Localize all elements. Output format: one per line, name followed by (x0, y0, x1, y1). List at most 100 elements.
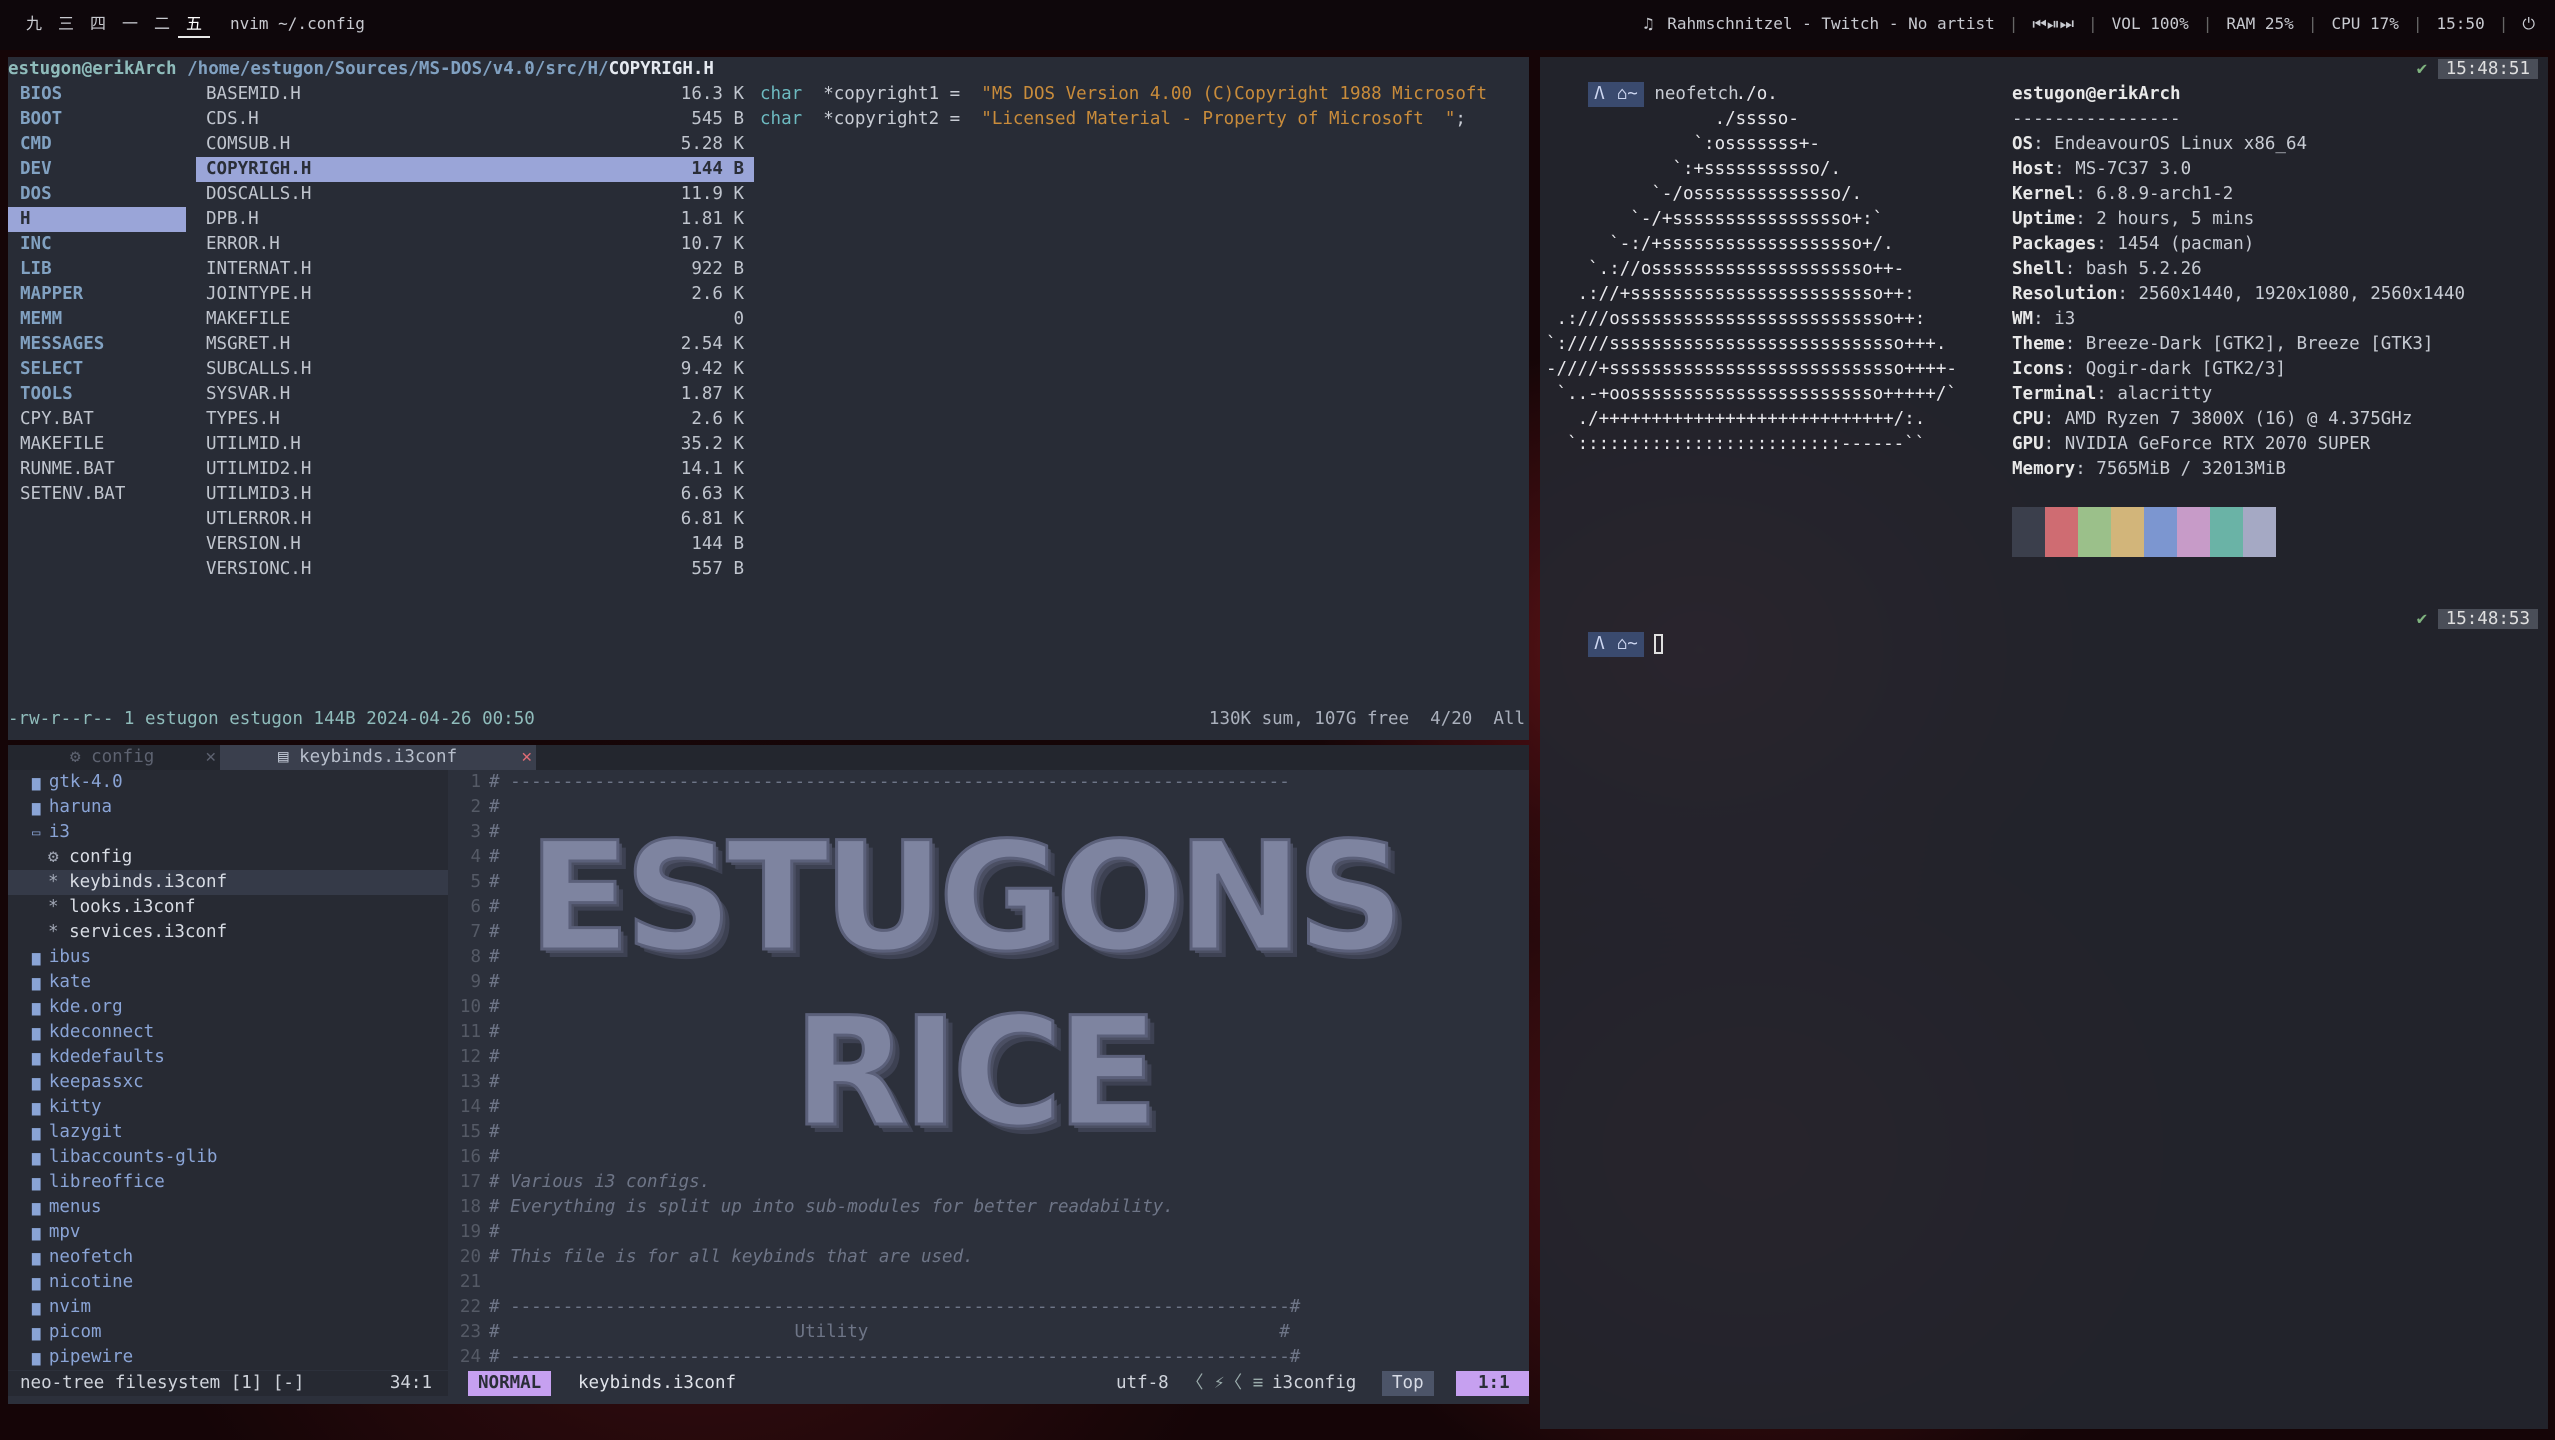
parent-entry[interactable]: DOS (8, 182, 186, 207)
tree-item[interactable]: ▆ kdedefaults (8, 1045, 448, 1070)
prompt-line-2[interactable]: Λ ⌂~ (1546, 607, 1664, 657)
parent-entry[interactable]: SETENV.BAT (8, 482, 186, 507)
file-entry[interactable]: MAKEFILE 0 (196, 307, 754, 332)
parent-entry[interactable]: MAKEFILE (8, 432, 186, 457)
tree-item[interactable]: ▭ i3 (8, 820, 448, 845)
tree-item[interactable]: ▆ ibus (8, 945, 448, 970)
power-icon[interactable]: ⏻ (2522, 12, 2535, 36)
parent-entry[interactable]: INC (8, 232, 186, 257)
close-icon[interactable]: ✕ (205, 745, 216, 770)
file-entry[interactable]: BASEMID.H 16.3 K (196, 82, 754, 107)
tree-item[interactable]: ⚙ config (8, 845, 448, 870)
ranger-pane[interactable]: estugon@erikArch /home/estugon/Sources/M… (8, 57, 1529, 740)
tree-item[interactable]: ▆ kdeconnect (8, 1020, 448, 1045)
line-number: 2 (470, 797, 481, 817)
tree-item[interactable]: ▆ libreoffice (8, 1170, 448, 1195)
line-text: # (489, 997, 500, 1017)
tree-item[interactable]: ▆ menus (8, 1195, 448, 1220)
close-icon[interactable]: ✕ (521, 745, 532, 770)
code-line: 2 # (453, 795, 1529, 820)
tree-item[interactable]: * keybinds.i3conf (8, 870, 448, 895)
tree-item[interactable]: ▆ gtk-4.0 (8, 770, 448, 795)
parent-entry[interactable]: RUNME.BAT (8, 457, 186, 482)
line-number: 15 (459, 1122, 481, 1142)
tree-item[interactable]: ▆ picom (8, 1320, 448, 1345)
terminal-pane[interactable]: Λ ⌂~ neofetch ✔ 15:48:51 ./o. ./sssso- `:… (1540, 57, 2548, 1429)
file-entry[interactable]: COPYRIGH.H 144 B (196, 157, 754, 182)
file-entry[interactable]: TYPES.H 2.6 K (196, 407, 754, 432)
tab-keybinds.i3conf[interactable]: ▤ keybinds.i3conf ✕ (220, 745, 536, 770)
tree-item[interactable]: ▆ kate (8, 970, 448, 995)
folder-icon: ▆ (32, 1025, 49, 1041)
parent-entry[interactable]: TOOLS (8, 382, 186, 407)
file-name: UTILMID2.H (206, 459, 312, 479)
tree-item[interactable]: ▆ mpv (8, 1220, 448, 1245)
tree-item[interactable]: ▆ nvim (8, 1295, 448, 1320)
folder-icon: ▆ (32, 1300, 49, 1316)
file-entry[interactable]: CDS.H 545 B (196, 107, 754, 132)
file-icon: * (48, 922, 70, 942)
file-entry[interactable]: UTLERROR.H 6.81 K (196, 507, 754, 532)
tree-item[interactable]: ▆ neofetch (8, 1245, 448, 1270)
file-entry[interactable]: VERSIONC.H 557 B (196, 557, 754, 582)
workspace-6[interactable]: 五 (178, 12, 210, 38)
workspace-4[interactable]: 一 (114, 12, 146, 38)
tree-item[interactable]: ▆ haruna (8, 795, 448, 820)
parent-entry[interactable]: DEV (8, 157, 186, 182)
nvim-pane[interactable]: ⚙ config ✕ ▤ keybinds.i3conf ✕ ▆ gtk-4.0 ▆ h… (8, 745, 1529, 1404)
file-entry[interactable]: UTILMID2.H 14.1 K (196, 457, 754, 482)
editor-buffer[interactable]: 1 # -------------------------------------… (453, 770, 1529, 1370)
file-entry[interactable]: DPB.H 1.81 K (196, 207, 754, 232)
tab-config[interactable]: ⚙ config ✕ (60, 745, 220, 770)
volume-indicator[interactable]: VOL 100% (2112, 12, 2189, 36)
info-value: Breeze-Dark [GTK2], Breeze [GTK3] (2085, 334, 2434, 354)
workspace-1[interactable]: 九 (18, 12, 50, 38)
palette-swatch (2210, 507, 2243, 557)
workspace-3[interactable]: 四 (82, 12, 114, 38)
tree-item[interactable]: * services.i3conf (8, 920, 448, 945)
file-entry[interactable]: INTERNAT.H 922 B (196, 257, 754, 282)
parent-entry[interactable]: BIOS (8, 82, 186, 107)
workspace-2[interactable]: 三 (50, 12, 82, 38)
file-entry[interactable]: ERROR.H 10.7 K (196, 232, 754, 257)
file-size: 35.2 K (680, 434, 744, 454)
parent-entry[interactable]: H (8, 207, 186, 232)
parent-entry[interactable]: BOOT (8, 107, 186, 132)
line-text: # Various i3 configs. (489, 1172, 711, 1192)
tree-item[interactable]: ▆ kde.org (8, 995, 448, 1020)
file-entry[interactable]: COMSUB.H 5.28 K (196, 132, 754, 157)
parent-entry[interactable]: CPY.BAT (8, 407, 186, 432)
code-line: 10 # (453, 995, 1529, 1020)
parent-entry[interactable]: MESSAGES (8, 332, 186, 357)
tree-item[interactable]: * looks.i3conf (8, 895, 448, 920)
parent-entry[interactable]: CMD (8, 132, 186, 157)
line-text: # (489, 1222, 500, 1242)
now-playing[interactable]: Rahmschnitzel - Twitch - No artist (1667, 12, 1995, 36)
file-entry[interactable]: MSGRET.H 2.54 K (196, 332, 754, 357)
file-entry[interactable]: UTILMID3.H 6.63 K (196, 482, 754, 507)
tree-item[interactable]: ▆ pipewire (8, 1345, 448, 1370)
parent-entry[interactable]: LIB (8, 257, 186, 282)
media-controls[interactable]: ⏮⏯⏭ (2032, 12, 2074, 36)
file-entry[interactable]: UTILMID.H 35.2 K (196, 432, 754, 457)
info-row: Packages: 1454 (pacman) (2012, 234, 2255, 254)
parent-entry[interactable]: MAPPER (8, 282, 186, 307)
tree-item[interactable]: ▆ lazygit (8, 1120, 448, 1145)
parent-entry[interactable]: MEMM (8, 307, 186, 332)
file-entry[interactable]: DOSCALLS.H 11.9 K (196, 182, 754, 207)
parent-entry[interactable]: SELECT (8, 357, 186, 382)
tree-item[interactable]: ▆ nicotine (8, 1270, 448, 1295)
tree-item[interactable]: ▆ keepassxc (8, 1070, 448, 1095)
info-row: Kernel: 6.8.9-arch1-2 (2012, 184, 2234, 204)
editor-statusline: NORMAL keybinds.i3conf utf-8 〈 ⚡〈 ≡ i3co… (460, 1371, 1529, 1396)
file-size: 545 B (691, 109, 744, 129)
file-entry[interactable]: JOINTYPE.H 2.6 K (196, 282, 754, 307)
info-row: Memory: 7565MiB / 32013MiB (2012, 459, 2286, 479)
file-entry[interactable]: SYSVAR.H 1.87 K (196, 382, 754, 407)
tree-item[interactable]: ▆ libaccounts-glib (8, 1145, 448, 1170)
tree-item[interactable]: ▆ kitty (8, 1095, 448, 1120)
file-entry[interactable]: SUBCALLS.H 9.42 K (196, 357, 754, 382)
file-entry[interactable]: VERSION.H 144 B (196, 532, 754, 557)
workspace-5[interactable]: 二 (146, 12, 178, 38)
file-name: DPB.H (206, 209, 259, 229)
